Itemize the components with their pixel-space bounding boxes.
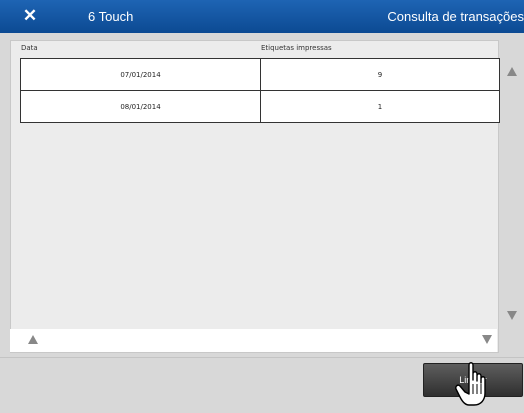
- title-bar: ✕ 6 Touch Consulta de transações: [0, 0, 524, 33]
- hand-cursor-icon: [455, 362, 486, 406]
- pager-strip: [10, 329, 497, 352]
- table-row[interactable]: 08/01/2014 1: [21, 90, 499, 122]
- transactions-table: 07/01/2014 9 08/01/2014 1: [20, 58, 500, 123]
- page-up-icon[interactable]: [28, 335, 38, 344]
- close-icon[interactable]: ✕: [20, 6, 40, 26]
- transactions-panel: Data Etiquetas impressas 07/01/2014 9 08…: [10, 40, 500, 353]
- table-row[interactable]: 07/01/2014 9: [21, 58, 499, 90]
- table-header: Data Etiquetas impressas: [11, 41, 498, 54]
- count-cell: 1: [377, 102, 383, 111]
- date-cell: 08/01/2014: [21, 91, 261, 122]
- scroll-down-icon[interactable]: [507, 311, 517, 320]
- count-cell: 9: [377, 70, 383, 79]
- app-title: 6 Touch: [88, 9, 134, 24]
- window-title: Consulta de transações: [387, 9, 524, 24]
- column-header-date[interactable]: Data: [21, 44, 38, 52]
- page-down-icon[interactable]: [482, 335, 492, 344]
- scroll-up-icon[interactable]: [507, 67, 517, 76]
- date-cell: 07/01/2014: [21, 59, 261, 90]
- column-header-printed-labels[interactable]: Etiquetas impressas: [261, 44, 332, 52]
